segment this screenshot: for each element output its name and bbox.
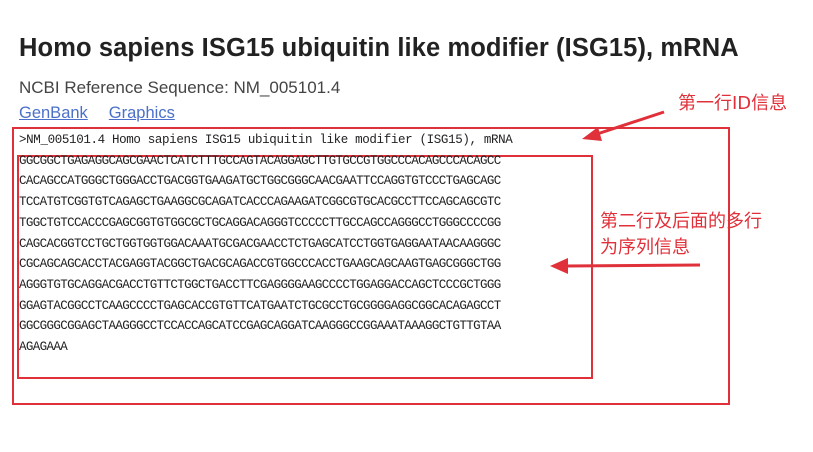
refseq-label: NCBI Reference Sequence: NM_005101.4 [19, 78, 341, 97]
sequence-line: GGCGGGCGGAGCTAAGGGCCTCCACCAGCATCCGAGCAGG… [19, 319, 501, 334]
sequence-line: TGGCTGTCCACCCGAGCGGTGTGGCGCTGCAGGACAGGGT… [19, 215, 501, 230]
annotation-sequence-info-1: 第二行及后面的多行 [600, 211, 762, 232]
annotation-id-info: 第一行ID信息 [678, 93, 788, 114]
sequence-line: GGCGGCTGAGAGGCAGCGAACTCATCTTTGCCAGTACAGG… [19, 153, 501, 168]
fasta-header: >NM_005101.4 Homo sapiens ISG15 ubiquiti… [19, 133, 513, 147]
view-links: GenBank Graphics [19, 104, 175, 123]
fasta-text: >NM_005101.4 Homo sapiens ISG15 ubiquiti… [19, 130, 513, 358]
sequence-line: CAGCACGGTCCTGCTGGTGGTGGACAAATGCGACGAACCT… [19, 236, 501, 251]
sequence-line: CGCAGCAGCACCTACGAGGTACGGCTGACGCAGACCGTGG… [19, 257, 501, 272]
graphics-link[interactable]: Graphics [109, 104, 175, 122]
sequence-line: TCCATGTCGGTGTCAGAGCTGAAGGCGCAGATCACCCAGA… [19, 195, 501, 210]
annotation-sequence-info-2: 为序列信息 [600, 237, 690, 258]
genbank-link[interactable]: GenBank [19, 104, 88, 122]
sequence-line: CACAGCCATGGGCTGGGACCTGACGGTGAAGATGCTGGCG… [19, 174, 501, 189]
sequence-line: AGGGTGTGCAGGACGACCTGTTCTGGCTGACCTTCGAGGG… [19, 277, 501, 292]
sequence-line: AGAGAAA [19, 340, 68, 355]
sequence-line: GGAGTACGGCCTCAAGCCCCTGAGCACCGTGTTCATGAAT… [19, 298, 501, 313]
page-title: Homo sapiens ISG15 ubiquitin like modifi… [19, 34, 739, 62]
